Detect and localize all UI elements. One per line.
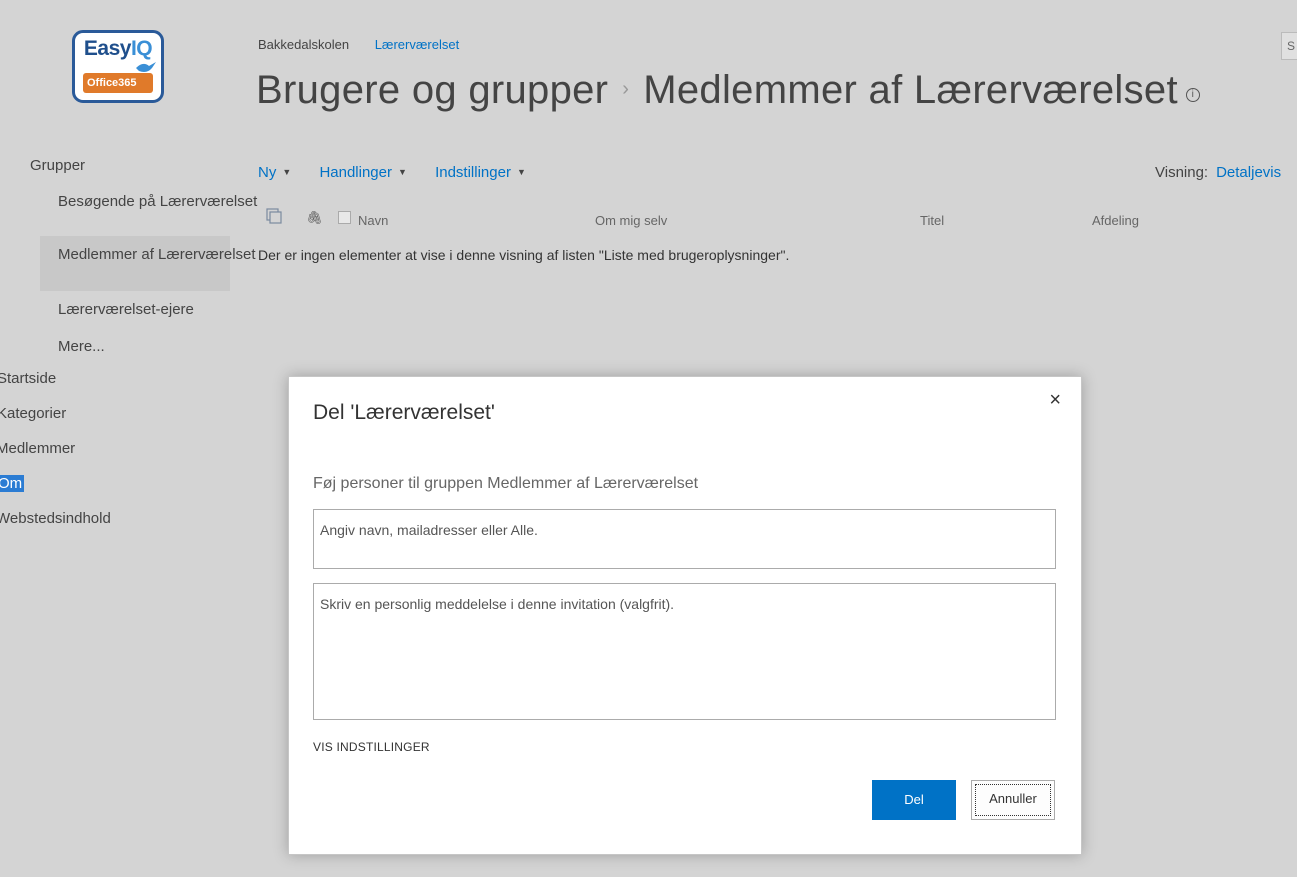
chevron-down-icon: ▼ (516, 167, 526, 177)
nav-group-visitors[interactable]: Besøgende på Lærerværelset (40, 188, 257, 234)
nav-categories[interactable]: Kategorier (0, 405, 66, 422)
logo-subtitle: Office365 (83, 73, 153, 93)
breadcrumb-site-link[interactable]: Bakkedalskolen (258, 37, 349, 52)
nav-about[interactable]: Om (0, 475, 25, 492)
column-about[interactable]: Om mig selv (595, 213, 667, 228)
page-title: Brugere og grupper › Medlemmer af Lærervær… (256, 68, 1200, 113)
list-toolbar: Ny ▼ Handlinger ▼ Indstillinger ▼ (258, 164, 550, 181)
view-selector: Visning: Detaljevis (1155, 164, 1281, 181)
easyiq-logo[interactable]: EasyIQ Office365 (72, 30, 164, 103)
nav-heading-groups[interactable]: Grupper (30, 157, 85, 174)
column-name[interactable]: Navn (358, 213, 388, 228)
column-department[interactable]: Afdeling (1092, 213, 1139, 228)
page-title-part1[interactable]: Brugere og grupper (256, 68, 608, 112)
select-all-checkbox[interactable] (338, 211, 351, 224)
logo-title: EasyIQ (83, 37, 153, 60)
breadcrumb: Bakkedalskolen Lærerværelset (258, 37, 481, 52)
nav-site-contents[interactable]: Webstedsindhold (0, 510, 111, 527)
nav-group-members[interactable]: Medlemmer af Lærerværelset (40, 236, 256, 291)
nav-home[interactable]: Startside (0, 370, 56, 387)
share-dialog: Del 'Lærerværelset' × Føj personer til g… (288, 376, 1082, 855)
dialog-subtitle: Føj personer til gruppen Medlemmer af Læ… (313, 475, 699, 492)
nav-group-owners[interactable]: Lærerværelset-ejere (40, 300, 230, 319)
personal-message-field[interactable]: Skriv en personlig meddelelse i denne in… (313, 583, 1056, 720)
share-button[interactable]: Del (872, 780, 956, 820)
new-menu[interactable]: Ny ▼ (258, 164, 291, 181)
attachment-icon: 🖇 (306, 210, 323, 225)
column-title[interactable]: Titel (920, 213, 944, 228)
search-box[interactable]: S (1281, 32, 1297, 60)
page-title-part2: Medlemmer af Lærerværelset (643, 68, 1178, 112)
document-type-icon (266, 208, 282, 224)
title-separator: › (622, 78, 630, 100)
close-icon[interactable]: × (1049, 389, 1061, 412)
dialog-title: Del 'Lærerværelset' (313, 401, 495, 424)
chevron-down-icon: ▼ (282, 167, 292, 177)
show-options-link[interactable]: VIS INDSTILLINGER (313, 740, 430, 754)
empty-list-message: Der er ingen elementer at vise i denne v… (258, 247, 790, 263)
people-picker-input[interactable]: Angiv navn, mailadresser eller Alle. (313, 509, 1056, 569)
cancel-button[interactable]: Annuller (971, 780, 1055, 820)
view-dropdown[interactable]: Detaljevis (1216, 164, 1281, 181)
nav-group-more[interactable]: Mere... (40, 337, 230, 356)
chevron-down-icon: ▼ (397, 167, 407, 177)
breadcrumb-current-link[interactable]: Lærerværelset (375, 37, 460, 52)
nav-members[interactable]: Medlemmer (0, 440, 75, 457)
actions-menu[interactable]: Handlinger ▼ (319, 164, 406, 181)
view-label: Visning: (1155, 164, 1209, 181)
settings-menu[interactable]: Indstillinger ▼ (435, 164, 526, 181)
info-icon[interactable]: i (1185, 88, 1200, 102)
